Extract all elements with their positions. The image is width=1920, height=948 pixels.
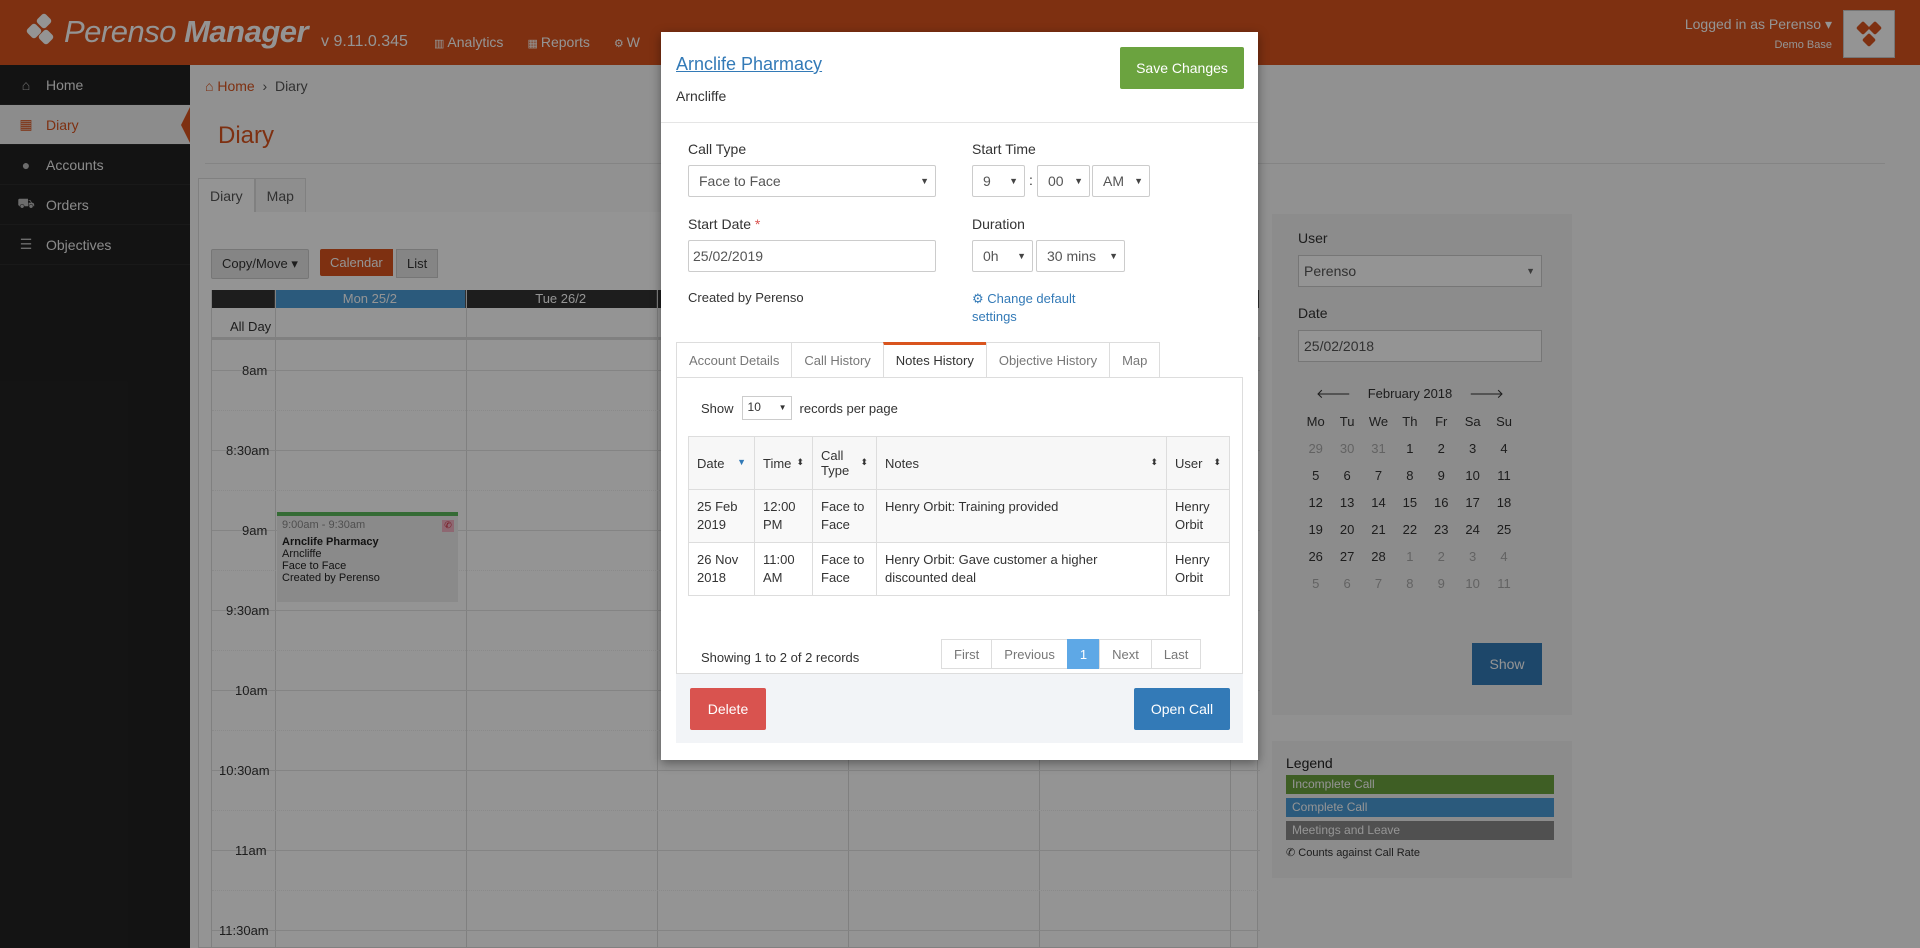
sort-icon: ⬍ (796, 457, 804, 467)
open-call-button[interactable]: Open Call (1134, 688, 1230, 730)
cell-notes: Henry Orbit: Gave customer a higher disco… (876, 542, 1167, 596)
tab-objective-history[interactable]: Objective History (985, 342, 1111, 378)
modal-header: Arnclife Pharmacy Arncliffe Save Changes (661, 32, 1258, 123)
duration-label: Duration (972, 216, 1025, 232)
gear-icon: ⚙ (972, 291, 984, 306)
caret-down-icon: ▼ (1109, 251, 1118, 261)
cell-user: Henry Orbit (1166, 542, 1230, 596)
caret-down-icon: ▼ (1009, 176, 1018, 186)
show-label: Show (701, 400, 734, 416)
cell-time: 12:00 PM (754, 489, 813, 543)
caret-down-icon: ▼ (1074, 176, 1083, 186)
table-row[interactable]: 26 Nov 2018 11:00 AM Face to Face Henry Orb… (688, 542, 1230, 596)
start-date-label: Start Date * (688, 216, 761, 232)
page-size-control: Show 10 ▼ records per page (701, 396, 898, 420)
start-date-input[interactable]: 25/02/2019 (688, 240, 936, 272)
column-header-call-type[interactable]: Call Type ⬍ (812, 436, 877, 490)
page-last-button[interactable]: Last (1150, 639, 1202, 669)
page-first-button[interactable]: First (941, 639, 993, 669)
records-per-page-label: records per page (799, 400, 898, 416)
start-minute-select[interactable]: 00 ▼ (1037, 165, 1090, 197)
caret-down-icon: ▼ (778, 403, 787, 412)
column-header-user[interactable]: User ⬍ (1166, 436, 1230, 490)
call-modal: Arnclife Pharmacy Arncliffe Save Changes… (661, 32, 1258, 760)
cell-notes: Henry Orbit: Training provided (876, 489, 1167, 543)
call-type-label: Call Type (688, 141, 747, 157)
page-next-button[interactable]: Next (1099, 639, 1152, 669)
cell-time: 11:00 AM (754, 542, 813, 596)
caret-down-icon: ▼ (1017, 251, 1026, 261)
start-hour-select[interactable]: 9 ▼ (972, 165, 1025, 197)
tab-map[interactable]: Map (1109, 342, 1161, 378)
duration-hours-select[interactable]: 0h ▼ (972, 240, 1033, 272)
start-ampm-select[interactable]: AM ▼ (1092, 165, 1150, 197)
page-current-button[interactable]: 1 (1066, 639, 1101, 669)
tab-notes-history[interactable]: Notes History (882, 342, 987, 378)
duration-mins-select[interactable]: 30 mins ▼ (1036, 240, 1125, 272)
account-name-link[interactable]: Arnclife Pharmacy (676, 54, 822, 75)
page-size-select[interactable]: 10 ▼ (741, 396, 792, 420)
table-row[interactable]: 25 Feb 2019 12:00 PM Face to Face Henry Orb… (688, 489, 1230, 543)
modal-tabs: Account Details Call History Notes Histo… (676, 342, 1161, 378)
delete-button[interactable]: Delete (690, 688, 766, 730)
account-suburb: Arncliffe (676, 88, 727, 104)
tab-call-history[interactable]: Call History (791, 342, 884, 378)
modal-footer: Delete Open Call (676, 674, 1243, 743)
cell-date: 25 Feb 2019 (688, 489, 755, 543)
tab-account-details[interactable]: Account Details (676, 342, 793, 378)
start-time-label: Start Time (972, 141, 1036, 157)
sort-icon: ⬍ (1213, 457, 1221, 467)
page-previous-button[interactable]: Previous (991, 639, 1068, 669)
cell-call-type: Face to Face (812, 542, 877, 596)
sort-desc-icon: ▼ (737, 457, 746, 467)
created-by-text: Created by Perenso (688, 290, 804, 305)
column-header-time[interactable]: Time ⬍ (754, 436, 813, 490)
sort-icon: ⬍ (860, 457, 868, 467)
notes-history-table: Date ▼ Time ⬍ Call Type ⬍ Notes ⬍ User ⬍ 25 Fe… (688, 436, 1230, 596)
change-default-settings-link[interactable]: ⚙ Change default settings (972, 290, 1075, 326)
call-type-select[interactable]: Face to Face ▼ (688, 165, 936, 197)
caret-down-icon: ▼ (920, 176, 929, 186)
cell-date: 26 Nov 2018 (688, 542, 755, 596)
column-header-date[interactable]: Date ▼ (688, 436, 755, 490)
required-asterisk: * (754, 216, 761, 232)
caret-down-icon: ▼ (1134, 176, 1143, 186)
records-summary: Showing 1 to 2 of 2 records (701, 650, 860, 665)
sort-icon: ⬍ (1150, 457, 1158, 467)
cell-user: Henry Orbit (1166, 489, 1230, 543)
cell-call-type: Face to Face (812, 489, 877, 543)
column-header-notes[interactable]: Notes ⬍ (876, 436, 1167, 490)
pagination: First Previous 1 Next Last (941, 639, 1202, 669)
save-changes-button[interactable]: Save Changes (1120, 47, 1244, 89)
